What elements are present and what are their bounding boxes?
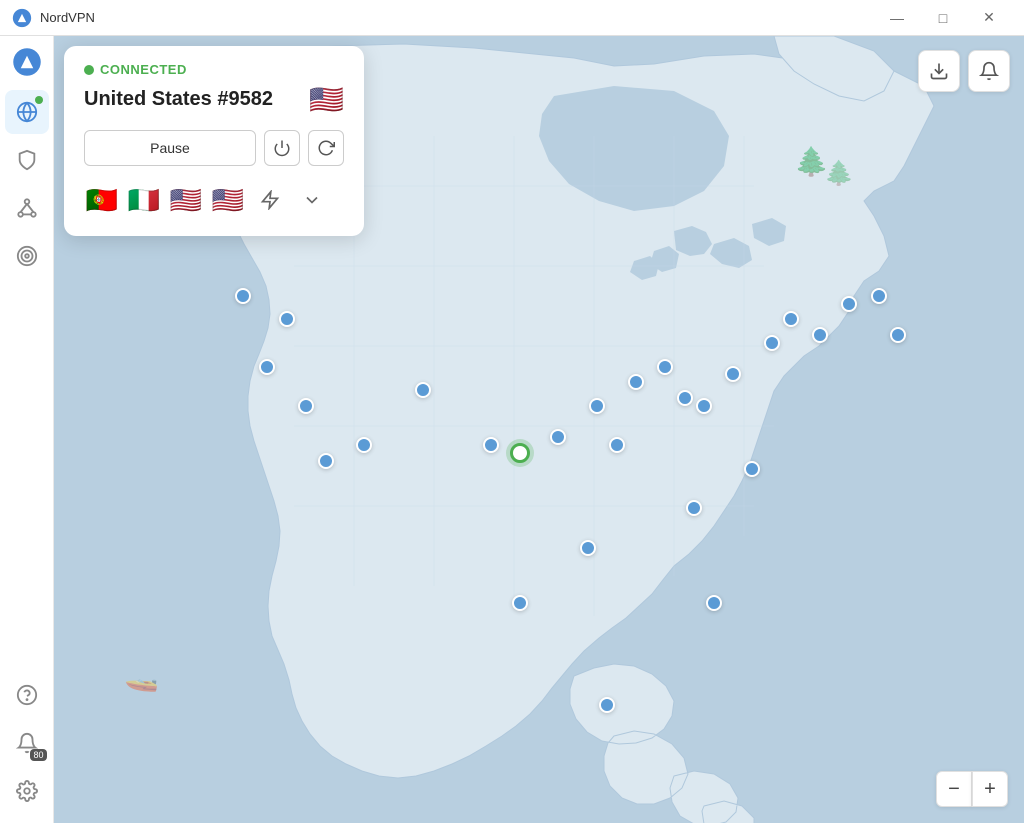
favorite-us-2[interactable]: 🇺🇸: [210, 182, 246, 218]
map-dot-18[interactable]: [783, 311, 799, 327]
sidebar-item-notifications[interactable]: 80: [5, 721, 49, 765]
download-button[interactable]: [918, 50, 960, 92]
sidebar-item-vpn[interactable]: [5, 138, 49, 182]
map-dot-19[interactable]: [812, 327, 828, 343]
map-dot-0[interactable]: [235, 288, 251, 304]
map-toolbar: [918, 50, 1010, 92]
map-dot-26[interactable]: [512, 595, 528, 611]
sidebar: 80: [0, 36, 54, 823]
zoom-in-button[interactable]: +: [972, 771, 1008, 807]
map-dot-6[interactable]: [415, 382, 431, 398]
server-info: United States #9582 🇺🇸: [84, 83, 344, 116]
favorite-us-1[interactable]: 🇺🇸: [168, 182, 204, 218]
map-dot-20[interactable]: [841, 296, 857, 312]
map-dot-2[interactable]: [259, 359, 275, 375]
map-dot-21[interactable]: [871, 288, 887, 304]
zoom-out-button[interactable]: −: [936, 771, 972, 807]
map-dot-15[interactable]: [696, 398, 712, 414]
map-dot-22[interactable]: [890, 327, 906, 343]
map-dot-25[interactable]: [580, 540, 596, 556]
notification-button[interactable]: [968, 50, 1010, 92]
map-dot-13[interactable]: [657, 359, 673, 375]
sidebar-item-settings[interactable]: [5, 769, 49, 813]
map-container[interactable]: 🌲 🌲 🚤: [54, 36, 1024, 823]
map-dot-9[interactable]: [550, 429, 566, 445]
connected-indicator: [35, 96, 43, 104]
map-dot-11[interactable]: [609, 437, 625, 453]
map-dot-28[interactable]: [599, 697, 615, 713]
titlebar: NordVPN — □ ✕: [0, 0, 1024, 36]
map-dot-8[interactable]: [510, 443, 530, 463]
maximize-button[interactable]: □: [920, 0, 966, 36]
action-buttons: Pause: [84, 130, 344, 166]
power-button[interactable]: [264, 130, 300, 166]
quick-connect-button[interactable]: [252, 182, 288, 218]
sidebar-item-map[interactable]: [5, 90, 49, 134]
map-dot-16[interactable]: [725, 366, 741, 382]
map-dot-23[interactable]: [744, 461, 760, 477]
server-flag: 🇺🇸: [309, 83, 344, 116]
pause-button[interactable]: Pause: [84, 130, 256, 166]
map-dot-27[interactable]: [706, 595, 722, 611]
app-title: NordVPN: [40, 10, 874, 25]
map-dot-14[interactable]: [677, 390, 693, 406]
map-dot-10[interactable]: [589, 398, 605, 414]
map-dot-4[interactable]: [318, 453, 334, 469]
svg-text:🌲: 🌲: [824, 159, 854, 187]
sidebar-item-meshnet[interactable]: [5, 186, 49, 230]
nordvpn-logo: [12, 8, 32, 28]
server-name: United States #9582: [84, 88, 273, 111]
status-dot: [84, 65, 94, 75]
map-dot-12[interactable]: [628, 374, 644, 390]
map-dot-5[interactable]: [356, 437, 372, 453]
svg-text:🚤: 🚤: [124, 661, 159, 693]
connection-status: CONNECTED: [84, 62, 344, 77]
window-controls: — □ ✕: [874, 0, 1012, 36]
sidebar-item-threat-protection[interactable]: [5, 234, 49, 278]
close-button[interactable]: ✕: [966, 0, 1012, 36]
favorite-italy[interactable]: 🇮🇹: [126, 182, 162, 218]
connected-panel: CONNECTED United States #9582 🇺🇸 Pause: [64, 46, 364, 236]
sidebar-item-help[interactable]: [5, 673, 49, 717]
sidebar-logo: [9, 44, 45, 80]
map-dot-3[interactable]: [298, 398, 314, 414]
zoom-controls: − +: [936, 771, 1008, 807]
notification-badge: 80: [30, 749, 46, 761]
more-favorites-button[interactable]: [294, 182, 330, 218]
map-dot-7[interactable]: [483, 437, 499, 453]
reconnect-button[interactable]: [308, 130, 344, 166]
map-dot-17[interactable]: [764, 335, 780, 351]
map-dot-24[interactable]: [686, 500, 702, 516]
minimize-button[interactable]: —: [874, 0, 920, 36]
map-dot-1[interactable]: [279, 311, 295, 327]
main-layout: 80: [0, 36, 1024, 823]
status-label: CONNECTED: [100, 62, 187, 77]
favorites-row: 🇵🇹 🇮🇹 🇺🇸 🇺🇸: [84, 182, 344, 218]
favorite-portugal[interactable]: 🇵🇹: [84, 182, 120, 218]
